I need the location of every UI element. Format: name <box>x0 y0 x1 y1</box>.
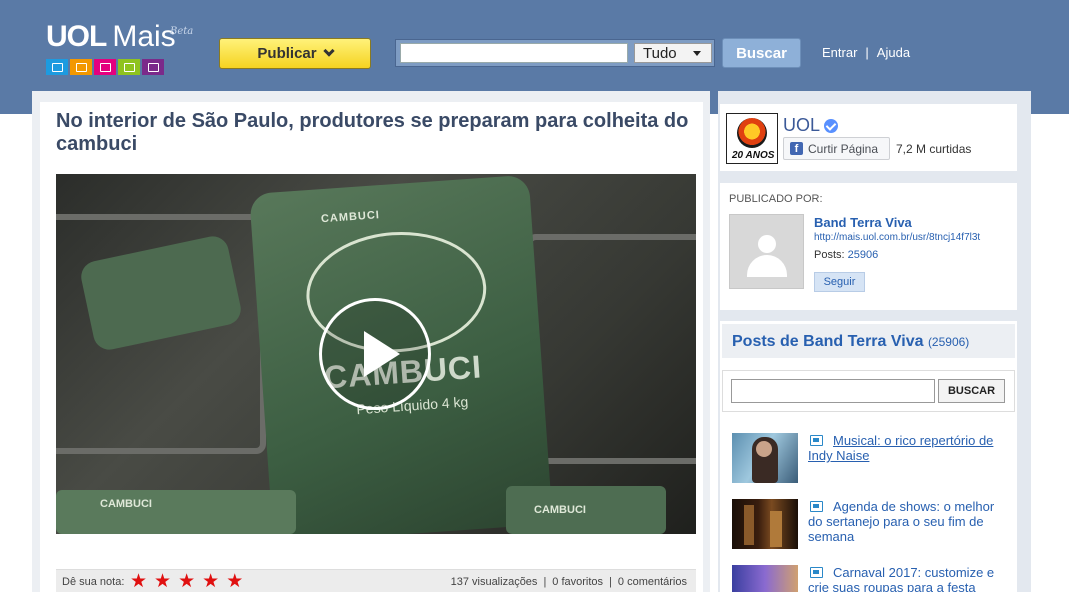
stats-separator: | <box>543 576 547 588</box>
link-separator: | <box>865 45 869 60</box>
uol-20-anos-logo[interactable]: 20 ANOS <box>726 113 778 164</box>
headphones-icon[interactable] <box>70 59 92 75</box>
stats-separator: | <box>609 576 612 588</box>
favorites-count: 0 favoritos <box>552 576 604 588</box>
video-frame-bag-text: CAMBUCI <box>534 504 586 516</box>
logo-uol-text: UOL <box>46 20 107 53</box>
chevron-down-icon <box>693 51 701 56</box>
facebook-like-label: Curtir Página <box>808 141 879 156</box>
facebook-likes-count: 7,2 M curtidas <box>896 142 972 156</box>
publisher-name[interactable]: Band Terra Viva <box>814 215 912 230</box>
posts-title[interactable]: Posts de Band Terra Viva (25906) <box>732 333 969 351</box>
video-player[interactable]: CAMBUCI CAMBUCI Peso Líquido 4 kg CAMBUC… <box>56 174 696 534</box>
video-stats: 137 visualizações | 0 favoritos | 0 comentár… <box>451 576 687 588</box>
post-link[interactable]: Agenda de shows: o melhor do sertanejo p… <box>808 499 1004 544</box>
star-icon[interactable]: ★ <box>154 572 171 591</box>
user-silhouette-icon <box>758 235 776 253</box>
post-thumbnail[interactable] <box>732 433 798 483</box>
publisher-posts-value[interactable]: 25906 <box>848 249 879 261</box>
publisher-posts-label: Posts: <box>814 249 845 261</box>
uol-logo-text: 20 ANOS <box>732 150 775 161</box>
post-link[interactable]: Carnaval 2017: customize e crie suas rou… <box>808 565 1004 592</box>
logo-beta-text: Beta <box>170 26 194 37</box>
star-icon[interactable]: ★ <box>178 572 195 591</box>
search-scope-value: Tudo <box>643 45 677 62</box>
logo-category-icons <box>46 59 164 75</box>
post-link[interactable]: Musical: o rico repertório de Indy Naise <box>808 433 1004 463</box>
document-icon[interactable] <box>118 59 140 75</box>
rating-label: Dê sua nota: <box>62 576 125 588</box>
publisher-url[interactable]: http://mais.uol.com.br/usr/8tncj14f7l3t <box>814 232 980 243</box>
user-silhouette-icon <box>747 255 787 277</box>
camera-icon[interactable] <box>94 59 116 75</box>
comments-count: 0 comentários <box>617 576 687 588</box>
verified-badge-icon <box>824 119 838 133</box>
star-icon[interactable]: ★ <box>202 572 219 591</box>
publisher-heading: PUBLICADO POR: <box>729 193 823 205</box>
chevron-down-icon <box>322 45 335 57</box>
uol-mais-logo[interactable]: UOL Mais Beta <box>46 20 193 75</box>
posts-count: (25906) <box>927 335 970 349</box>
video-frame-bag-brand: CAMBUCI <box>320 209 381 226</box>
rating-stars: ★ ★ ★ ★ ★ <box>130 572 243 591</box>
publisher-posts: Posts: 25906 <box>814 249 878 261</box>
video-frame-bag-text: CAMBUCI <box>100 498 152 510</box>
posts-search-input[interactable] <box>731 379 935 403</box>
search-input[interactable] <box>400 43 628 63</box>
star-icon[interactable]: ★ <box>226 572 243 591</box>
facebook-like-button[interactable]: f Curtir Página <box>783 137 890 160</box>
logo-mais-text: Mais <box>112 20 176 53</box>
publicar-button[interactable]: Publicar <box>219 38 371 69</box>
search-button[interactable]: Buscar <box>722 38 801 68</box>
tv-icon[interactable] <box>46 59 68 75</box>
post-thumbnail[interactable] <box>732 499 798 549</box>
facebook-icon: f <box>790 142 803 155</box>
publicar-label: Publicar <box>257 45 317 62</box>
rating-bar: Dê sua nota: ★ ★ ★ ★ ★ 137 visualizações… <box>56 569 696 592</box>
header-links: Entrar | Ajuda <box>822 45 910 60</box>
video-frame-bag <box>56 490 296 534</box>
video-frame-tray <box>526 234 696 464</box>
ajuda-link[interactable]: Ajuda <box>877 45 910 60</box>
facebook-page-name[interactable]: UOL <box>783 115 820 136</box>
search-bar: Tudo <box>395 39 715 67</box>
video-frame-bag <box>506 486 666 534</box>
post-thumbnail[interactable] <box>732 565 798 592</box>
avatar[interactable] <box>729 214 804 289</box>
follow-button[interactable]: Seguir <box>814 272 865 292</box>
views-count: 137 visualizações <box>450 576 538 588</box>
posts-title-text: Posts de Band Terra Viva <box>732 333 924 350</box>
list-item[interactable]: Agenda de shows: o melhor do sertanejo p… <box>732 499 1017 551</box>
presentation-icon[interactable] <box>142 59 164 75</box>
star-icon[interactable]: ★ <box>130 572 147 591</box>
entrar-link[interactable]: Entrar <box>822 45 857 60</box>
page-title: No interior de São Paulo, produtores se … <box>56 110 689 155</box>
uol-logo-mark <box>737 118 767 148</box>
search-scope-select[interactable]: Tudo <box>634 43 712 63</box>
list-item[interactable]: Musical: o rico repertório de Indy Naise <box>732 433 1017 485</box>
list-item[interactable]: Carnaval 2017: customize e crie suas rou… <box>732 565 1017 592</box>
posts-search-button[interactable]: BUSCAR <box>938 379 1005 403</box>
play-icon[interactable] <box>319 298 431 410</box>
